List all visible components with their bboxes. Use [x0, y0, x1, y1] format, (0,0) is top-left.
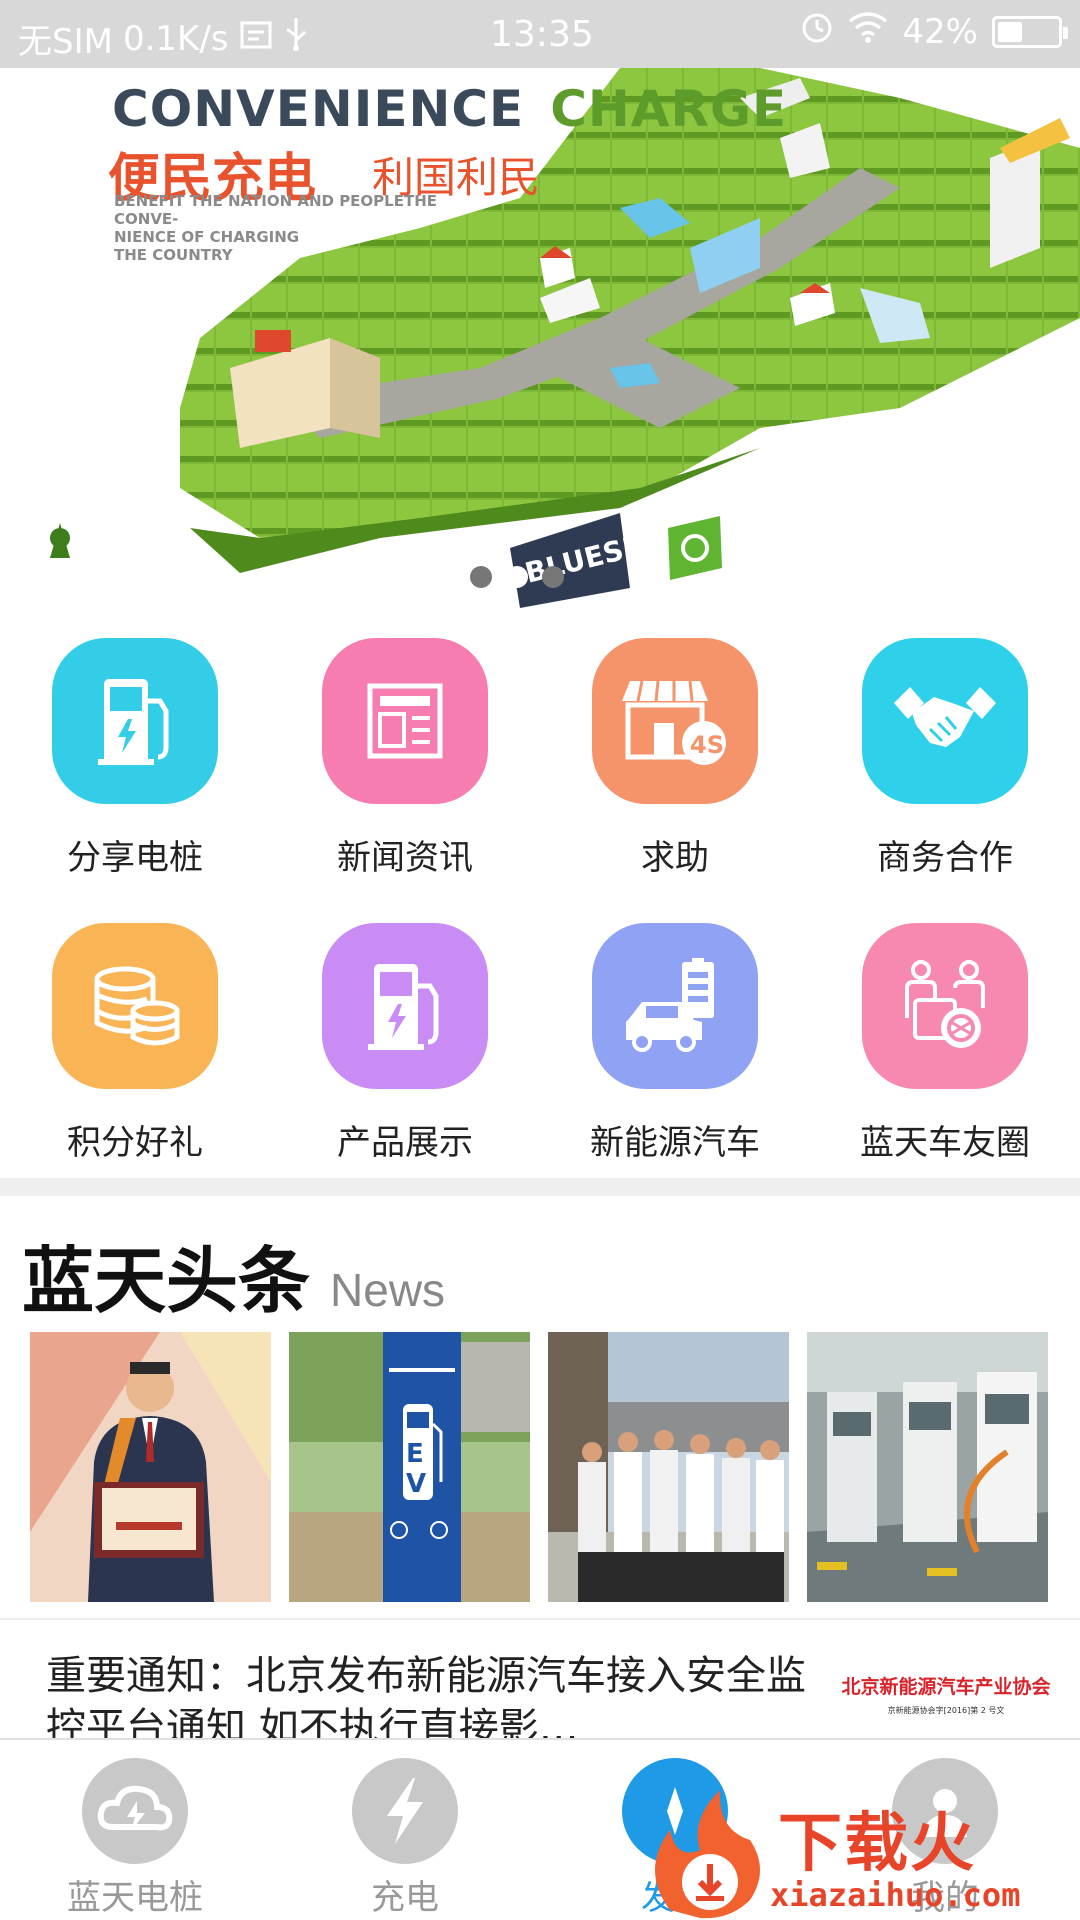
status-left: 无SIM 0.1K/s: [18, 14, 309, 63]
news-thumbnail-ev-sign[interactable]: E V: [289, 1332, 530, 1602]
svg-text:E: E: [406, 1439, 424, 1469]
grid-item-business[interactable]: 商务合作: [810, 608, 1080, 893]
section-divider: [0, 1178, 1080, 1196]
status-bar: 无SIM 0.1K/s 13:35 42%: [0, 0, 1080, 68]
alarm-icon: [800, 10, 834, 53]
nav-item-home[interactable]: 蓝天电桩: [0, 1740, 270, 1920]
cloud-icon: [82, 1758, 188, 1864]
grid-label: 商务合作: [877, 838, 1013, 878]
handshake-icon: [862, 638, 1028, 804]
feature-grid: 分享电桩 新闻资讯 4S 求助 商务合作 积分好礼 产品展示 新能源汽车 蓝天车…: [0, 608, 1080, 1178]
status-time: 13:35: [490, 14, 594, 55]
news-divider: [0, 1618, 1080, 1620]
grid-item-help[interactable]: 4S 求助: [540, 608, 810, 893]
news-article-image[interactable]: 北京新能源汽车产业协会 京新能源协会字[2016]第 2 号文: [826, 1672, 1066, 1742]
community-icon: [862, 923, 1028, 1089]
newspaper-icon: [322, 638, 488, 804]
grid-item-points[interactable]: 积分好礼: [0, 893, 270, 1178]
news-thumbnail-group[interactable]: [548, 1332, 789, 1602]
grid-label: 新闻资讯: [337, 838, 473, 878]
carrier-label: 无SIM: [18, 22, 113, 62]
charging-pile-icon: [52, 638, 218, 804]
electric-car-icon: [592, 923, 758, 1089]
watermark-text: 下载火: [778, 1807, 976, 1881]
watermark-url: xiazaihuo.com: [770, 1876, 1021, 1914]
news-thumbnail-charging-station[interactable]: [807, 1332, 1048, 1602]
grid-label: 求助: [641, 838, 709, 878]
article-image-title: 北京新能源汽车产业协会: [841, 1676, 1051, 1698]
screenshot-icon: [239, 19, 273, 59]
grid-item-news[interactable]: 新闻资讯: [270, 608, 540, 893]
watermark: 下载火 xiazaihuo.com: [640, 1790, 1080, 1920]
carousel-dot[interactable]: [470, 566, 492, 588]
network-speed: 0.1K/s: [122, 18, 229, 59]
grid-item-share-pile[interactable]: 分享电桩: [0, 608, 270, 893]
grid-item-ev[interactable]: 新能源汽车: [540, 893, 810, 1178]
carousel-dot[interactable]: [542, 566, 564, 588]
news-title: 蓝天头条: [22, 1239, 311, 1323]
article-image-sub: 京新能源协会字[2016]第 2 号文: [887, 1706, 1005, 1715]
grid-label: 产品展示: [337, 1123, 473, 1163]
news-header: 蓝天头条 News: [22, 1222, 445, 1327]
grid-label: 蓝天车友圈: [860, 1123, 1030, 1163]
grid-label: 新能源汽车: [590, 1123, 760, 1163]
battery-percent: 42%: [902, 11, 978, 52]
svg-text:4S: 4S: [690, 731, 724, 759]
grid-label: 积分好礼: [67, 1123, 203, 1163]
lightning-icon: [352, 1758, 458, 1864]
carousel-dot[interactable]: [506, 566, 528, 588]
4s-store-icon: 4S: [592, 638, 758, 804]
nav-item-charge[interactable]: 充电: [270, 1740, 540, 1920]
fire-logo-icon: [655, 1790, 760, 1919]
status-right: 42%: [800, 10, 1068, 53]
svg-text:V: V: [406, 1469, 426, 1499]
usb-icon: [283, 16, 309, 61]
coins-icon: [52, 923, 218, 1089]
carousel-indicator[interactable]: [470, 566, 564, 588]
banner-title-b: CHARGE: [550, 80, 788, 138]
nav-label: 蓝天电桩: [67, 1878, 203, 1918]
charging-pile-icon: [322, 923, 488, 1089]
wifi-icon: [848, 11, 888, 52]
banner-carousel[interactable]: BLUESKY CONVENIENCE CHARGE 便民充电 利国利民 BENE…: [0, 68, 1080, 608]
grid-label: 分享电桩: [67, 838, 203, 878]
banner-en-text: BENEFIT THE NATION AND PEOPLETHE CONVE- …: [114, 192, 438, 264]
news-thumbnail-award[interactable]: [30, 1332, 271, 1602]
battery-icon: [992, 15, 1068, 48]
nav-label: 充电: [371, 1878, 439, 1918]
news-subtitle: News: [330, 1264, 446, 1316]
battery-fill: [998, 21, 1023, 42]
news-thumbnails: E V: [30, 1332, 1060, 1602]
banner-title-a: CONVENIENCE: [112, 80, 525, 138]
grid-item-products[interactable]: 产品展示: [270, 893, 540, 1178]
banner-title: CONVENIENCE CHARGE: [112, 80, 787, 138]
grid-item-community[interactable]: 蓝天车友圈: [810, 893, 1080, 1178]
